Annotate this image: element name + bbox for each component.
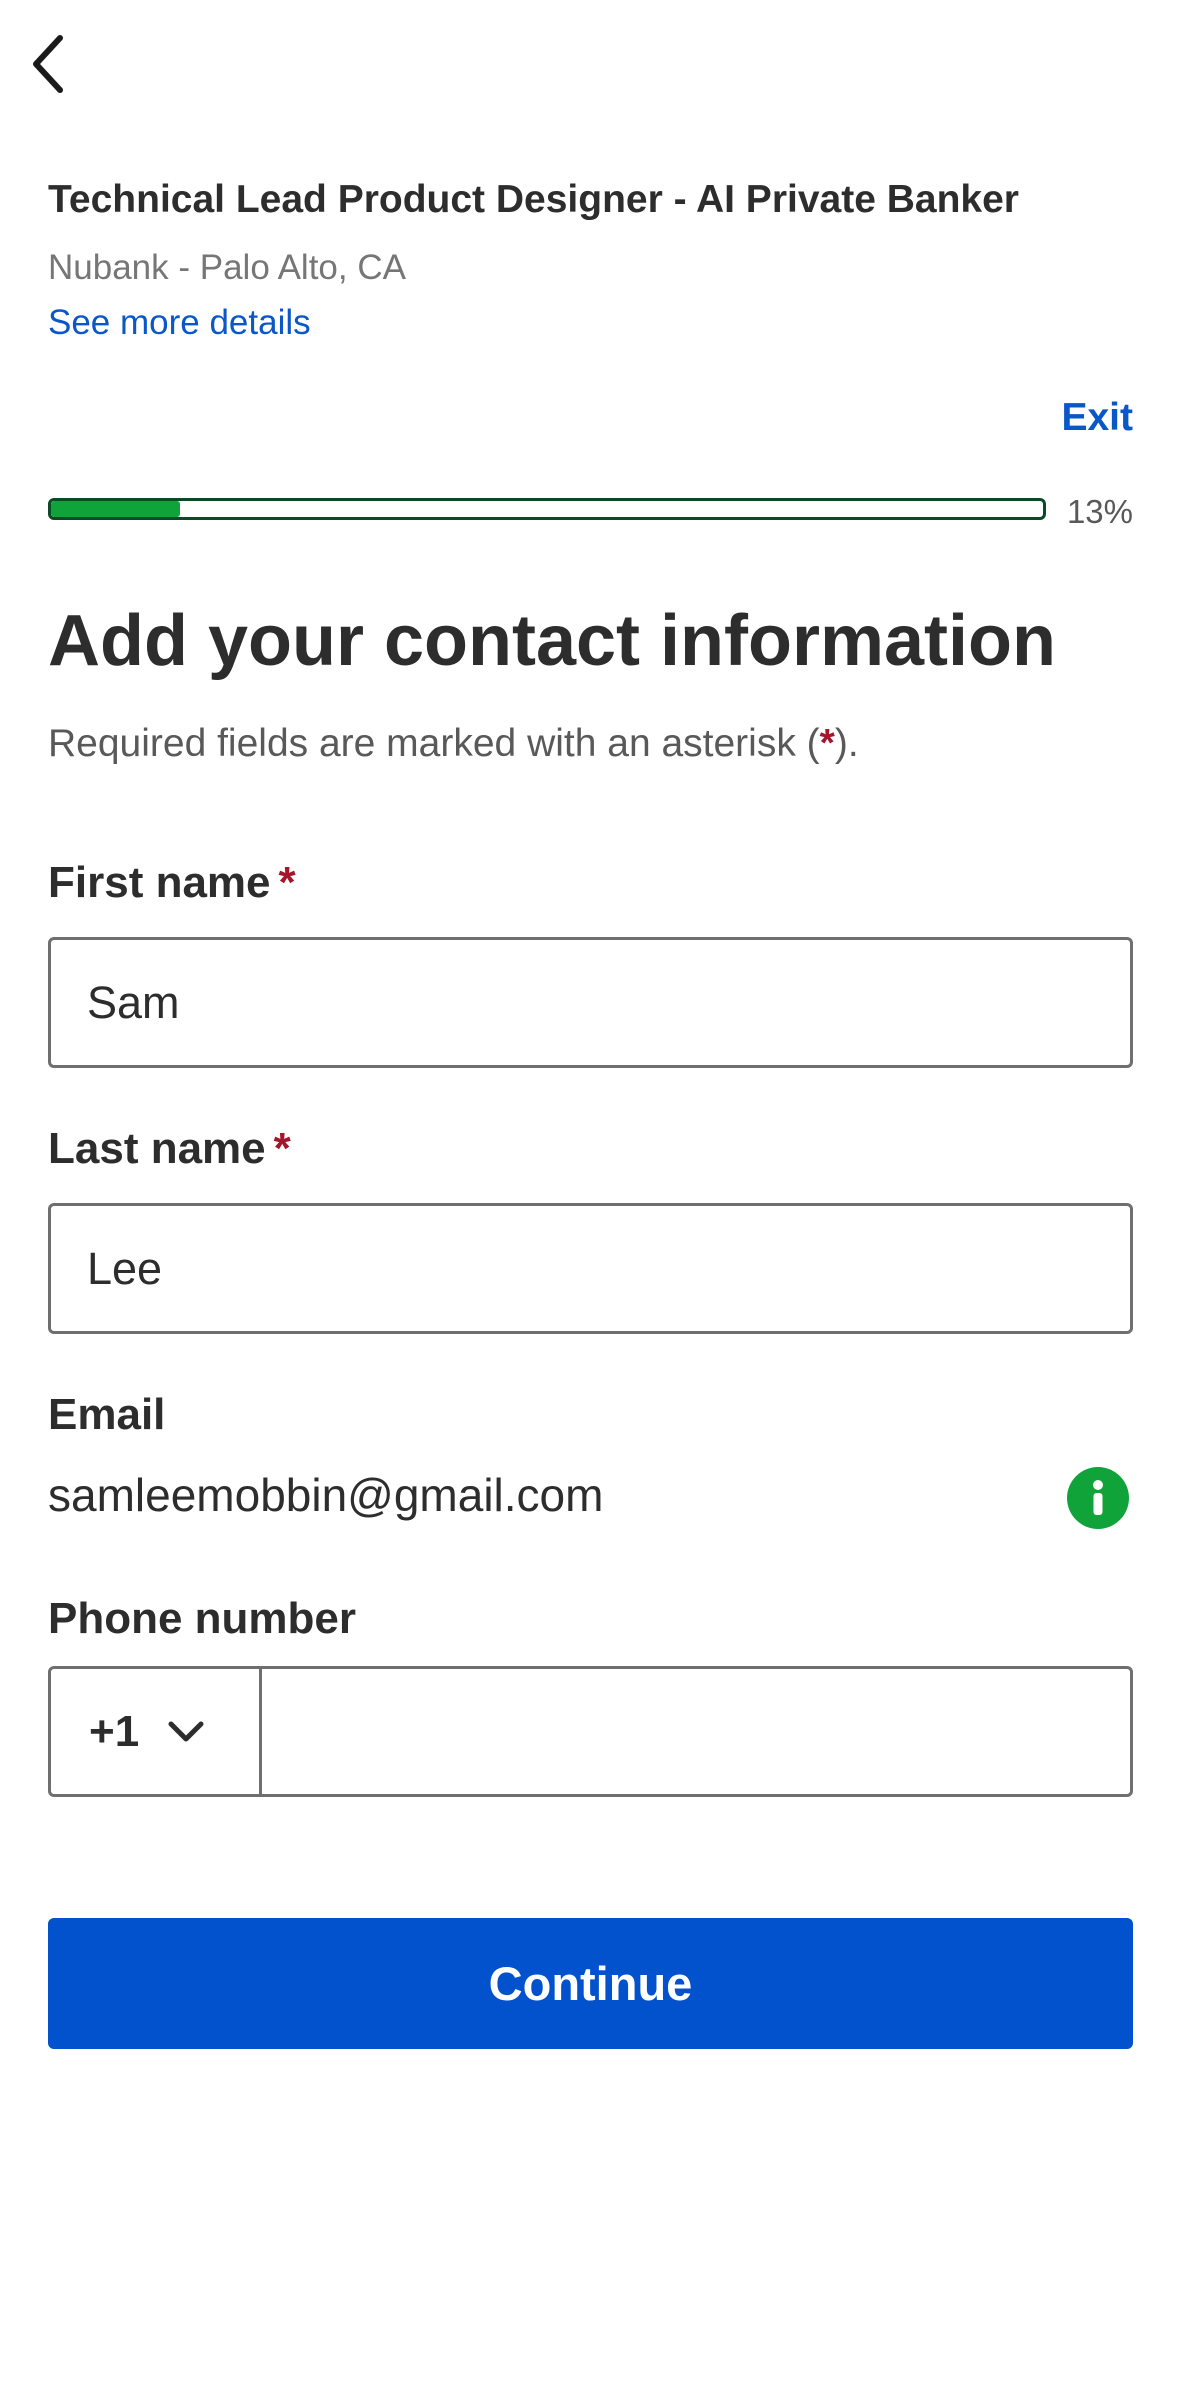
required-note-suffix: ). bbox=[834, 722, 859, 765]
chevron-left-icon bbox=[28, 34, 68, 99]
page-title: Add your contact information bbox=[48, 601, 1056, 681]
last-name-label: Last name * bbox=[48, 1124, 291, 1174]
back-button[interactable] bbox=[22, 34, 74, 99]
required-asterisk: * bbox=[819, 722, 835, 765]
email-value: samleemobbin@gmail.com bbox=[48, 1469, 604, 1521]
phone-number-field: +1 bbox=[48, 1666, 1133, 1797]
chevron-down-icon bbox=[167, 1720, 205, 1744]
job-company-location: Nubank - Palo Alto, CA bbox=[48, 248, 406, 287]
first-name-label-text: First name bbox=[48, 858, 271, 907]
last-name-input[interactable] bbox=[48, 1203, 1133, 1334]
progress-bar-fill bbox=[51, 501, 180, 517]
country-code-value: +1 bbox=[89, 1706, 140, 1756]
progress-bar bbox=[48, 498, 1046, 520]
see-more-details-link[interactable]: See more details bbox=[48, 303, 311, 343]
country-code-select[interactable]: +1 bbox=[51, 1669, 262, 1794]
phone-number-input[interactable] bbox=[262, 1669, 1130, 1794]
email-label: Email bbox=[48, 1390, 166, 1439]
info-icon[interactable] bbox=[1067, 1467, 1129, 1529]
required-note-text: Required fields are marked with an aster… bbox=[48, 722, 820, 765]
job-title: Technical Lead Product Designer - AI Pri… bbox=[48, 178, 1019, 221]
first-name-required-asterisk: * bbox=[278, 858, 296, 907]
exit-link[interactable]: Exit bbox=[1061, 396, 1133, 440]
continue-button[interactable]: Continue bbox=[48, 1918, 1133, 2049]
required-fields-note: Required fields are marked with an aster… bbox=[48, 722, 859, 766]
first-name-label: First name * bbox=[48, 858, 296, 908]
progress-percent: 13% bbox=[1066, 493, 1133, 530]
last-name-label-text: Last name bbox=[48, 1124, 266, 1173]
phone-number-label: Phone number bbox=[48, 1594, 357, 1643]
last-name-required-asterisk: * bbox=[273, 1124, 291, 1173]
first-name-input[interactable] bbox=[48, 937, 1133, 1068]
